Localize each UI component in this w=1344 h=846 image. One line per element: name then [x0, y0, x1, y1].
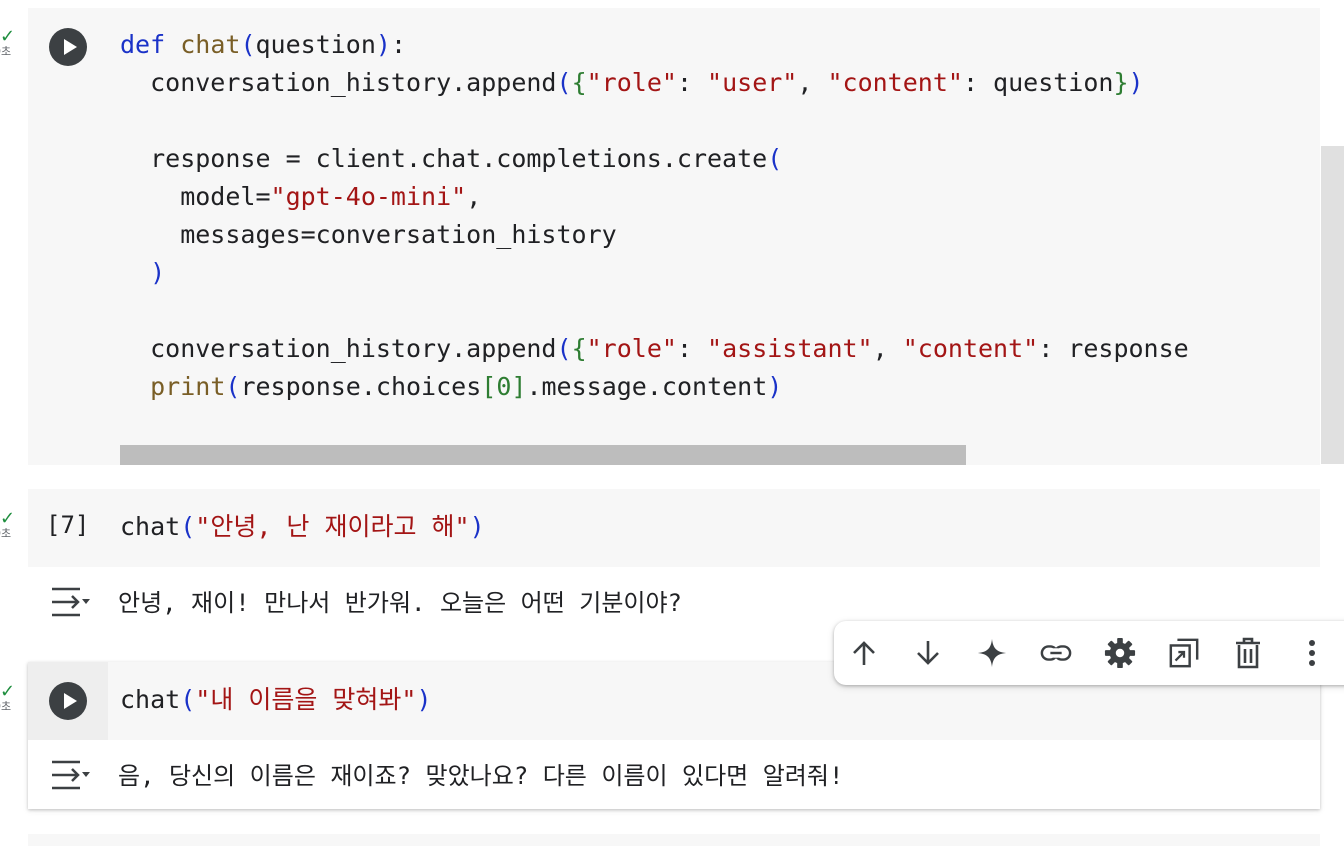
- notebook: ✓ 0초 def chat(question): conversation_hi…: [0, 0, 1344, 846]
- code-string-arg: "내 이름을 맞혀봐": [195, 685, 417, 714]
- code-cell-1[interactable]: def chat(question): conversation_history…: [28, 8, 1320, 465]
- more-options-button[interactable]: [1296, 637, 1328, 669]
- code-editor[interactable]: def chat(question): conversation_history…: [120, 26, 1189, 406]
- exec-time: 0초: [0, 527, 12, 540]
- settings-button[interactable]: [1104, 637, 1136, 669]
- execution-count: [7]: [46, 511, 90, 539]
- link-icon: [1040, 645, 1072, 661]
- arrow-down-icon: [917, 641, 939, 665]
- delete-cell-button[interactable]: [1232, 637, 1264, 669]
- play-icon: [64, 693, 77, 709]
- code-editor[interactable]: chat("안녕, 난 재이라고 해"): [120, 508, 485, 546]
- mirror-cell-icon: [1169, 638, 1199, 668]
- code-function: chat: [120, 512, 181, 541]
- code-function: chat: [120, 685, 181, 714]
- code-line-5: model="gpt-4o-mini",: [120, 182, 482, 211]
- code-cell-2[interactable]: [7] chat("안녕, 난 재이라고 해"): [28, 489, 1320, 567]
- code-line-7: ): [150, 258, 166, 287]
- code-line-9: conversation_history.append({"role": "as…: [120, 334, 1189, 363]
- output-toggle-icon[interactable]: [48, 585, 92, 623]
- horizontal-scrollbar[interactable]: [120, 445, 966, 465]
- cell-toolbar: [834, 621, 1344, 685]
- sparkle-icon: [977, 638, 1007, 668]
- next-cell[interactable]: [28, 834, 1320, 846]
- output-toggle-icon[interactable]: [48, 758, 92, 796]
- success-check-icon: ✓: [0, 681, 16, 702]
- code-line-2: conversation_history.append({"role": "us…: [120, 68, 1144, 97]
- code-editor[interactable]: chat("내 이름을 맞혀봐"): [120, 681, 432, 719]
- cell-2-status: ✓ 0초: [0, 510, 22, 540]
- mirror-cell-button[interactable]: [1168, 637, 1200, 669]
- code-line-4: response = client.chat.completions.creat…: [120, 144, 783, 173]
- run-cell-button[interactable]: [49, 28, 87, 66]
- arrow-up-icon: [853, 641, 875, 665]
- code-line-10: print(response.choices[0].message.conten…: [150, 372, 783, 401]
- move-down-button[interactable]: [912, 637, 944, 669]
- play-icon: [64, 39, 77, 55]
- vertical-scrollbar[interactable]: [1321, 146, 1344, 464]
- move-up-button[interactable]: [848, 637, 880, 669]
- exec-time: 0초: [0, 700, 12, 713]
- code-line-6: messages=conversation_history: [120, 220, 617, 249]
- more-vert-icon: [1309, 640, 1315, 666]
- cell-output: 음, 당신의 이름은 재이죠? 맞았나요? 다른 이름이 있다면 알려줘!: [118, 762, 844, 790]
- cell-output: 안녕, 재이! 만나서 반가워. 오늘은 어떤 기분이야?: [118, 589, 683, 617]
- code-string-arg: "안녕, 난 재이라고 해": [195, 512, 470, 541]
- success-check-icon: ✓: [0, 508, 16, 529]
- gemini-button[interactable]: [976, 637, 1008, 669]
- trash-icon: [1236, 637, 1260, 669]
- code-line-1: def chat(question):: [120, 30, 407, 59]
- run-cell-button[interactable]: [49, 682, 87, 720]
- exec-time: 0초: [0, 45, 12, 58]
- gear-icon: [1104, 637, 1136, 669]
- success-check-icon: ✓: [0, 26, 16, 47]
- copy-link-button[interactable]: [1040, 637, 1072, 669]
- cell-1-status: ✓ 0초: [0, 28, 22, 58]
- cell-3-status: ✓ 0초: [0, 683, 22, 713]
